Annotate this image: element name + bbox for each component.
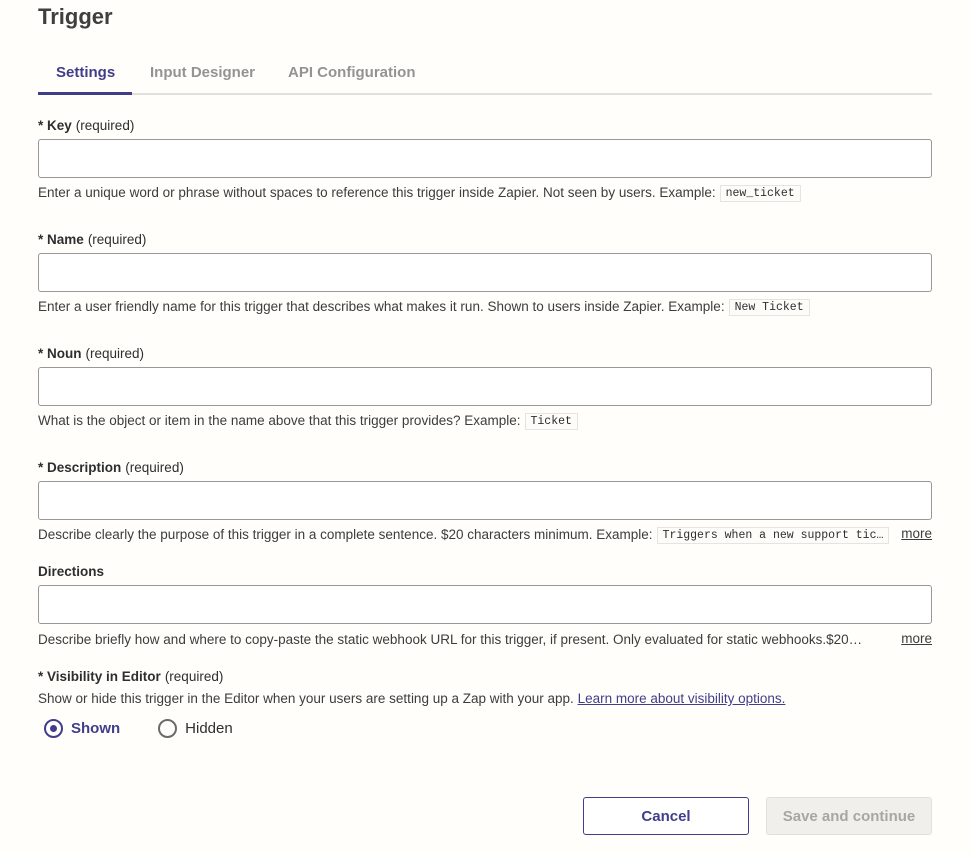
noun-help-text: What is the object or item in the name a… [38,413,521,429]
name-label-text: Name [47,232,84,247]
key-help-text: Enter a unique word or phrase without sp… [38,185,716,201]
directions-input[interactable] [38,585,932,624]
name-help: Enter a user friendly name for this trig… [38,299,810,316]
description-label: * Description (required) [38,460,184,475]
page-title: Trigger [38,4,113,29]
directions-label: Directions [38,564,104,579]
required-suffix: (required) [164,669,224,684]
noun-help: What is the object or item in the name a… [38,413,578,430]
description-label-text: Description [47,460,122,475]
required-suffix: (required) [125,460,184,475]
description-help-text: Describe clearly the purpose of this tri… [38,527,653,543]
directions-label-text: Directions [38,564,105,579]
name-label: * Name (required) [38,232,146,247]
tab-input-designer[interactable]: Input Designer [150,64,255,81]
tab-settings[interactable]: Settings [56,64,115,81]
required-marker: * [38,118,44,133]
visibility-learn-more-link[interactable]: Learn more about visibility options. [578,691,786,706]
directions-more-link[interactable]: more [901,631,932,646]
radio-label-hidden: Hidden [185,720,233,737]
required-marker: * [38,232,44,247]
cancel-button[interactable]: Cancel [583,797,749,835]
required-marker: * [38,460,44,475]
save-and-continue-button[interactable]: Save and continue [766,797,932,835]
description-help: Describe clearly the purpose of this tri… [38,527,890,544]
trigger-settings-page: Trigger Settings Input Designer API Conf… [0,0,971,853]
key-label: * Key (required) [38,118,134,133]
noun-label: * Noun (required) [38,346,144,361]
directions-help-text: Describe briefly how and where to copy-p… [38,632,863,647]
key-help: Enter a unique word or phrase without sp… [38,185,801,202]
visibility-label-text: Visibility in Editor [47,669,161,684]
required-suffix: (required) [87,232,147,247]
description-example: Triggers when a new support tic… [656,527,890,544]
noun-label-text: Noun [47,346,82,361]
active-tab-indicator [38,92,132,95]
noun-example: Ticket [524,413,578,430]
noun-input[interactable] [38,367,932,406]
name-example: New Ticket [728,299,810,316]
required-marker: * [38,346,44,361]
tab-bar: Settings Input Designer API Configuratio… [38,54,932,95]
name-input[interactable] [38,253,932,292]
directions-help: Describe briefly how and where to copy-p… [38,632,862,647]
tab-api-configuration[interactable]: API Configuration [288,64,416,81]
visibility-radio-group: Shown Hidden [44,719,271,738]
description-more-link[interactable]: more [901,526,932,541]
radio-option-shown[interactable]: Shown [44,719,120,738]
key-label-text: Key [47,118,72,133]
visibility-label: * Visibility in Editor (required) [38,669,223,684]
visibility-help: Show or hide this trigger in the Editor … [38,691,785,706]
description-input[interactable] [38,481,932,520]
required-suffix: (required) [85,346,145,361]
required-marker: * [38,669,44,684]
visibility-help-text: Show or hide this trigger in the Editor … [38,691,574,706]
radio-label-shown: Shown [71,720,121,737]
radio-option-hidden[interactable]: Hidden [158,719,233,738]
radio-unchecked-icon[interactable] [158,719,178,738]
name-help-text: Enter a user friendly name for this trig… [38,299,725,315]
key-input[interactable] [38,139,932,178]
key-example: new_ticket [719,185,801,202]
radio-checked-icon[interactable] [44,719,63,738]
required-suffix: (required) [75,118,135,133]
